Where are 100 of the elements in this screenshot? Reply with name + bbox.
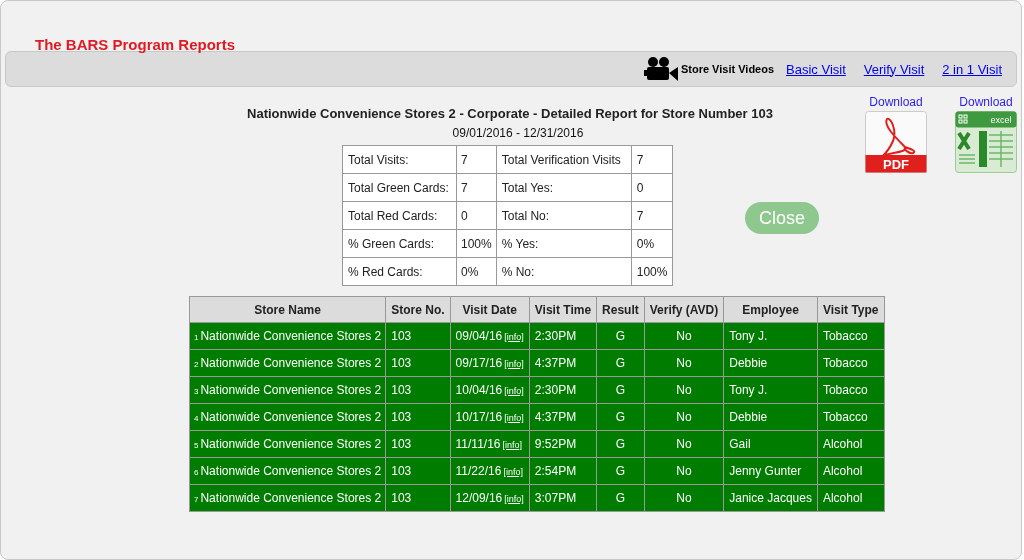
table-cell: G <box>596 376 645 404</box>
table-cell: Alcohol <box>817 484 884 512</box>
table-cell: 103 <box>385 430 451 458</box>
column-header: Employee <box>723 296 818 323</box>
visit-date: 09/04/16 <box>455 329 503 343</box>
info-link[interactable]: [info] <box>504 386 524 396</box>
row-number: 3 <box>194 387 199 396</box>
info-link[interactable]: [info] <box>504 413 524 423</box>
store-name: Nationwide Convenience Stores 2 <box>200 383 382 397</box>
visit-date: 11/11/16 <box>455 437 501 451</box>
download-link[interactable]: Download <box>959 95 1013 109</box>
store-name: Nationwide Convenience Stores 2 <box>200 464 382 478</box>
table-cell: Tobacco <box>817 376 884 404</box>
download-link[interactable]: Download <box>869 95 923 109</box>
table-cell: 103 <box>385 403 451 431</box>
video-link[interactable]: Verify Visit <box>863 61 925 77</box>
table-cell: No <box>644 349 724 377</box>
visit-date: 11/22/16 <box>455 464 502 478</box>
table-cell: % Yes: <box>496 229 632 258</box>
table-cell: Tobacco <box>817 403 884 431</box>
table-cell: No <box>644 484 724 512</box>
toolbar-label: Store Visit Videos <box>680 63 775 75</box>
row-number: 1 <box>194 333 199 342</box>
table-cell: G <box>596 457 645 485</box>
table-cell: Tobacco <box>817 349 884 377</box>
table-cell: Jenny Gunter <box>723 457 818 485</box>
table-cell: Total Green Cards: <box>342 173 457 202</box>
store-name: Nationwide Convenience Stores 2 <box>200 437 382 451</box>
table-cell: No <box>644 403 724 431</box>
visit-date: 09/17/16 <box>455 356 503 370</box>
table-cell: 4:37PM <box>529 349 597 377</box>
table-cell: Janice Jacques <box>723 484 818 512</box>
table-cell: Gail <box>723 430 818 458</box>
table-cell: G <box>596 403 645 431</box>
table-cell: 103 <box>385 349 451 377</box>
table-cell: No <box>644 457 724 485</box>
table-cell: Alcohol <box>817 457 884 485</box>
table-cell: % No: <box>496 257 632 286</box>
table-cell: 7 <box>456 145 497 174</box>
video-link[interactable]: 2 in 1 Visit <box>942 61 1002 77</box>
table-cell: G <box>596 349 645 377</box>
store-name: Nationwide Convenience Stores 2 <box>200 356 382 370</box>
table-cell: No <box>644 322 724 350</box>
info-link[interactable]: [info] <box>504 494 524 504</box>
table-cell: Alcohol <box>817 430 884 458</box>
table-cell: 4:37PM <box>529 403 597 431</box>
table-cell: Total Red Cards: <box>342 201 457 230</box>
table-cell: G <box>596 484 645 512</box>
table-cell: Total Verification Visits <box>496 145 632 174</box>
video-camera-icon <box>643 56 678 82</box>
pdf-file-icon[interactable]: PDF <box>865 111 927 173</box>
report-title: Nationwide Convenience Stores 2 - Corporate - Detailed Report for Store Number 103 <box>247 106 773 121</box>
row-number: 2 <box>194 360 199 369</box>
table-cell: 103 <box>385 322 451 350</box>
column-header: Store Name <box>189 296 386 323</box>
table-cell: % Red Cards: <box>342 257 457 286</box>
info-link[interactable]: [info] <box>504 332 524 342</box>
table-cell: Total Yes: <box>496 173 632 202</box>
table-cell: 2:30PM <box>529 376 597 404</box>
column-header: Visit Type <box>817 296 884 323</box>
column-header: Store No. <box>385 296 451 323</box>
table-cell: No <box>644 430 724 458</box>
store-name: Nationwide Convenience Stores 2 <box>200 329 382 343</box>
table-cell: G <box>596 322 645 350</box>
table-cell: 2:30PM <box>529 322 597 350</box>
store-name: Nationwide Convenience Stores 2 <box>200 410 382 424</box>
table-cell: 9:52PM <box>529 430 597 458</box>
column-header: Visit Time <box>529 296 597 323</box>
column-header: Visit Date <box>450 296 530 323</box>
row-number: 4 <box>194 414 199 423</box>
store-name: Nationwide Convenience Stores 2 <box>200 491 382 505</box>
table-cell: Tobacco <box>817 322 884 350</box>
row-number: 7 <box>194 495 199 504</box>
column-header: Verify (AVD) <box>644 296 724 323</box>
video-link[interactable]: Basic Visit <box>786 61 846 77</box>
app-title: The BARS Program Reports <box>35 36 236 53</box>
table-cell: % Green Cards: <box>342 229 457 258</box>
date-range: 09/01/2016 - 12/31/2016 <box>452 126 584 140</box>
visit-date: 10/17/16 <box>455 410 503 424</box>
table-cell: Debbie <box>723 349 818 377</box>
table-cell: 7 <box>631 145 673 174</box>
table-cell: G <box>596 430 645 458</box>
spreadsheet-file-icon[interactable]: excel <box>955 111 1017 173</box>
column-header: Result <box>596 296 645 323</box>
table-cell: Total No: <box>496 201 632 230</box>
table-cell: Tony J. <box>723 322 818 350</box>
visit-date: 12/09/16 <box>455 491 503 505</box>
row-number: 6 <box>194 468 199 477</box>
info-link[interactable]: [info] <box>504 359 524 369</box>
table-cell: Total Visits: <box>342 145 457 174</box>
table-cell: 2:54PM <box>529 457 597 485</box>
info-link[interactable]: [info] <box>503 467 523 477</box>
row-number: 5 <box>194 441 199 450</box>
info-link[interactable]: [info] <box>502 440 523 450</box>
table-cell: 103 <box>385 457 451 485</box>
table-cell: 103 <box>385 376 451 404</box>
table-cell: No <box>644 376 724 404</box>
table-cell: 103 <box>385 484 451 512</box>
table-cell: 3:07PM <box>529 484 597 512</box>
table-cell: Debbie <box>723 403 818 431</box>
